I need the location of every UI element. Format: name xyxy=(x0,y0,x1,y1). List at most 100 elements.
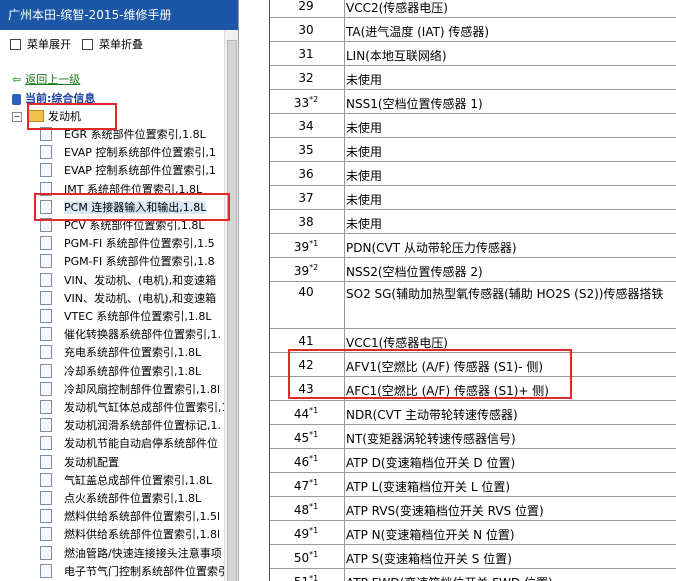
pin-footnote: *1 xyxy=(309,430,319,439)
pin-number: 47*1 xyxy=(270,478,342,493)
table-row: 50*1 ATP S(变速箱档位开关 S 位置) xyxy=(270,544,676,569)
column-divider xyxy=(344,90,345,114)
document-icon xyxy=(40,163,52,178)
document-icon xyxy=(40,418,52,433)
scrollbar-thumb[interactable] xyxy=(227,40,237,581)
document-icon xyxy=(40,272,52,287)
pin-number-text: 30 xyxy=(298,23,314,37)
document-icon xyxy=(40,363,52,378)
document-icon xyxy=(40,345,52,360)
pin-number-text: 38 xyxy=(298,215,314,229)
back-link-label: 返回上一级 xyxy=(25,73,81,86)
document-icon xyxy=(40,491,52,505)
pin-number-text: 49 xyxy=(293,527,310,541)
tree-doc-label: 燃料供给系统部件位置索引,1.8l xyxy=(64,528,221,542)
table-row: 32 未使用 xyxy=(270,65,676,90)
pin-number: 33*2 xyxy=(270,95,342,110)
pin-description: ATP D(变速箱档位开关 D 位置) xyxy=(346,456,516,470)
column-divider xyxy=(344,186,345,210)
pin-footnote: *1 xyxy=(309,478,319,487)
pin-description: 未使用 xyxy=(346,193,383,207)
tree-doc-item[interactable]: VTEC 系统部件位置索引,1.8L xyxy=(40,308,228,326)
expand-icon xyxy=(10,38,21,50)
tree-doc-item[interactable]: 充电系统部件位置索引,1.8L xyxy=(40,344,228,362)
tree-doc-item[interactable]: PGM-FI 系统部件位置索引,1.8 xyxy=(40,253,228,271)
tree-scrollbar[interactable] xyxy=(224,30,238,581)
tree-doc-item[interactable]: 发动机节能自动启停系统部件位 xyxy=(40,435,228,453)
document-icon xyxy=(40,436,52,451)
pin-number-text: 48 xyxy=(293,503,310,517)
pin-description: ATP RVS(变速箱档位开关 RVS 位置) xyxy=(346,504,544,518)
tree-doc-label: VTEC 系统部件位置索引,1.8L xyxy=(64,310,212,323)
pin-description: PDN(CVT 从动带轮压力传感器) xyxy=(346,241,517,255)
tree-doc-item[interactable]: 点火系统部件位置索引,1.8L xyxy=(40,490,228,508)
tree-doc-item[interactable]: EVAP 控制系统部件位置索引,1 xyxy=(40,162,228,180)
pin-number: 49*1 xyxy=(270,526,342,541)
tree-doc-item[interactable]: 燃油管路/快速连接接头注意事项 xyxy=(40,545,228,563)
tree-doc-item[interactable]: 燃料供给系统部件位置索引,1.8l xyxy=(40,526,228,544)
table-row: 38 未使用 xyxy=(270,209,676,234)
menu-collapse-button[interactable]: 菜单折叠 xyxy=(82,36,143,54)
pin-footnote: *1 xyxy=(309,502,319,511)
pin-description: 未使用 xyxy=(346,73,383,87)
pin-number-text: 41 xyxy=(298,334,314,348)
column-divider xyxy=(344,569,345,581)
tree-doc-item[interactable]: 发动机润滑系统部件位置标记,1. xyxy=(40,417,228,435)
tree-doc-item[interactable]: 冷却系统部件位置索引,1.8L xyxy=(40,363,228,381)
tree-doc-label: 点火系统部件位置索引,1.8L xyxy=(64,492,202,505)
tree-doc-item[interactable]: 燃料供给系统部件位置索引,1.5l xyxy=(40,508,228,526)
pin-number-text: 51 xyxy=(294,575,309,581)
table-row: 47*1 ATP L(变速箱档位开关 L 位置) xyxy=(270,472,676,497)
tree-doc-item[interactable]: 电子节气门控制系统部件位置索引 xyxy=(40,563,228,581)
pin-footnote: *2 xyxy=(309,95,319,104)
tree-doc-label: 发动机润滑系统部件位置标记,1. xyxy=(64,419,221,433)
tree-doc-item[interactable]: VIN、发动机、(电机),和变速箱 xyxy=(40,272,228,290)
column-divider xyxy=(344,282,345,329)
pin-number: 41 xyxy=(270,334,342,348)
tree-doc-label: 充电系统部件位置索引,1.8L xyxy=(64,346,202,360)
back-arrow-icon: ⇦ xyxy=(12,73,22,86)
table-row: 40 SO2 SG(辅助加热型氧传感器(辅助 HO2S (S2))传感器搭铁 xyxy=(270,281,676,329)
pin-number-text: 35 xyxy=(298,143,314,157)
table-row: 51*1 ATP FWD(变速箱档位开关 FWD 位置) xyxy=(270,568,676,581)
pin-number: 51*1 xyxy=(270,574,342,581)
tree-doc-item[interactable]: PGM-FI 系统部件位置索引,1.5 xyxy=(40,235,228,253)
pin-number-text: 31 xyxy=(298,47,314,61)
column-divider xyxy=(344,545,345,569)
tree-doc-label: VIN、发动机、(电机),和变速箱 xyxy=(64,291,217,305)
tree-doc-item[interactable]: VIN、发动机、(电机),和变速箱 xyxy=(40,290,228,308)
pin-number-text: 44 xyxy=(293,407,310,421)
tree-doc-item[interactable]: 催化转换器系统部件位置索引,1. xyxy=(40,326,228,344)
tree-doc-item[interactable]: 气缸盖总成部件位置索引,1.8L xyxy=(40,472,228,490)
pin-number: 36 xyxy=(270,167,342,181)
pin-footnote: *1 xyxy=(309,526,319,535)
table-row: 39*1 PDN(CVT 从动带轮压力传感器) xyxy=(270,233,676,258)
pin-description: ATP L(变速箱档位开关 L 位置) xyxy=(346,480,511,494)
document-icon xyxy=(40,527,52,542)
pin-description: NT(变矩器涡轮转速传感器信号) xyxy=(346,432,516,446)
pin-number: 39*2 xyxy=(270,263,342,278)
document-icon xyxy=(40,254,52,269)
tree-doc-item[interactable]: 发动机气缸体总成部件位置索引,1. xyxy=(40,399,228,417)
pin-description: SO2 SG(辅助加热型氧传感器(辅助 HO2S (S2))传感器搭铁 xyxy=(346,287,664,301)
tree-doc-label: 燃料供给系统部件位置索引,1.5l xyxy=(64,510,221,524)
pin-number: 48*1 xyxy=(270,502,342,517)
tree-doc-label: 发动机配置 xyxy=(64,455,119,469)
tree-doc-item[interactable]: EVAP 控制系统部件位置索引,1 xyxy=(40,144,228,162)
table-row: 34 未使用 xyxy=(270,113,676,138)
document-icon xyxy=(40,545,52,560)
tree-doc-label: PGM-FI 系统部件位置索引,1.8 xyxy=(64,255,215,269)
back-link[interactable]: ⇦ 返回上一级 xyxy=(12,71,80,87)
tree-doc-label: 冷却系统部件位置索引,1.8L xyxy=(64,364,202,378)
column-divider xyxy=(344,42,345,66)
document-icon xyxy=(40,145,52,160)
tree-doc-label: 发动机气缸体总成部件位置索引,1. xyxy=(64,401,228,414)
pin-description: 未使用 xyxy=(346,121,383,135)
pin-table: 29 VCC2(传感器电压) 30 TA(进气温度 (IAT) 传感器) 31 LIN(本… xyxy=(270,0,676,581)
collapse-toggle-icon[interactable]: − xyxy=(12,112,22,122)
menu-expand-button[interactable]: 菜单展开 xyxy=(10,36,71,54)
pin-number-text: 34 xyxy=(298,119,314,133)
tree-doc-item[interactable]: 冷却风扇控制部件位置索引,1.8l xyxy=(40,381,228,399)
document-icon xyxy=(40,400,52,414)
tree-doc-item[interactable]: 发动机配置 xyxy=(40,454,228,472)
